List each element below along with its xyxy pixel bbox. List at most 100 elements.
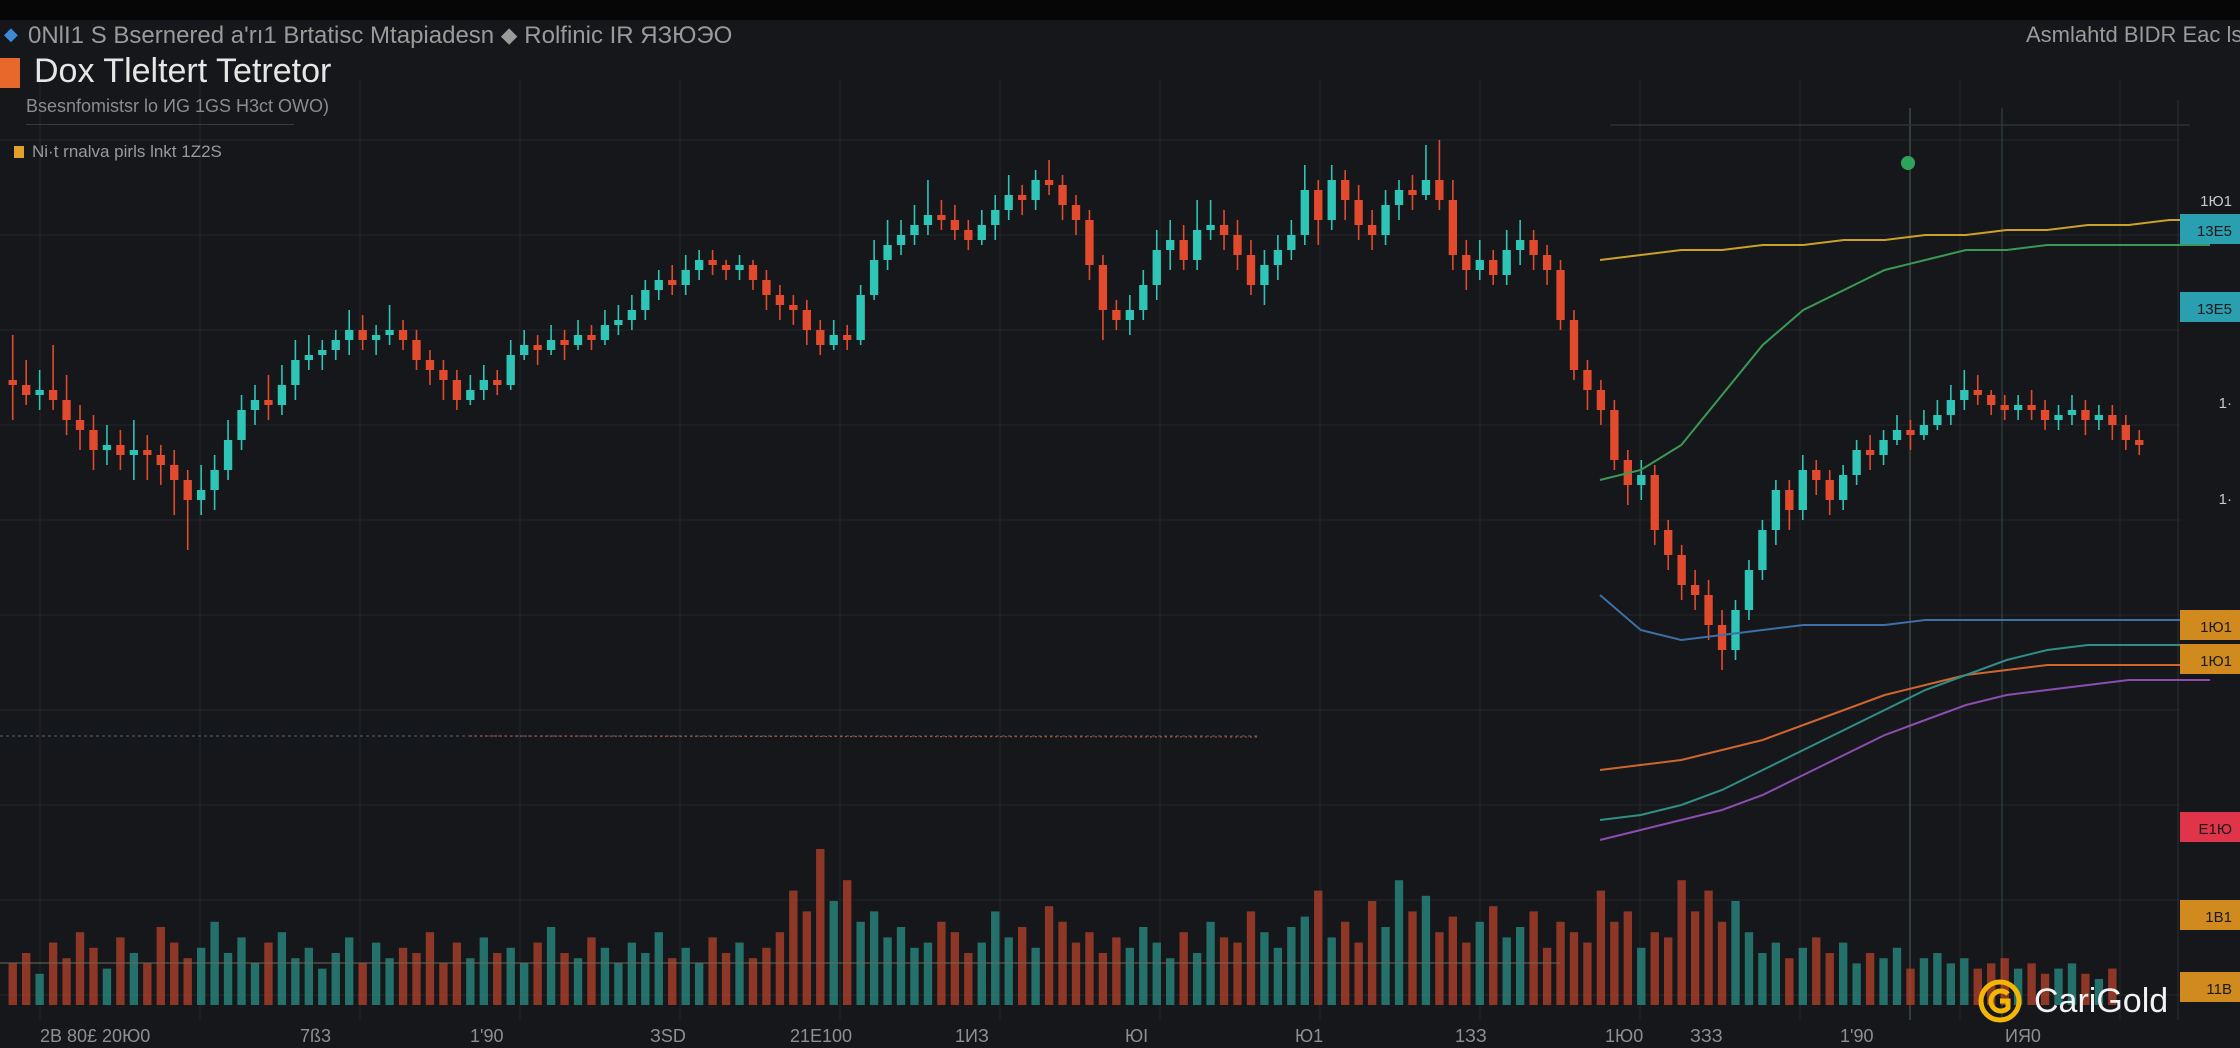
candle <box>950 220 960 230</box>
candle <box>1287 235 1296 250</box>
candle <box>910 225 919 235</box>
volume-bar <box>1314 890 1323 1005</box>
volume-bar <box>762 947 771 1005</box>
candlestick-chart[interactable]: 1Ю1 13E5 13E5 1· 1· 1Ю1 1Ю1 E1Ю 1B1 11B 2B 80£ 20Ю… <box>0 20 2240 1048</box>
volume-bar <box>75 932 85 1005</box>
volume-bar <box>587 937 596 1005</box>
candle <box>1139 285 1148 310</box>
volume-bar <box>35 973 44 1005</box>
candle <box>748 265 758 280</box>
volume-bar <box>950 932 960 1005</box>
volume-bar <box>1731 901 1740 1005</box>
volume-bar <box>1354 942 1363 1005</box>
candle <box>1421 180 1431 195</box>
chart-title: Dox Tleltert Tetretor <box>34 52 332 90</box>
volume-bar <box>170 942 179 1005</box>
price-axis-label: 13E5 <box>2197 301 2232 318</box>
volume-bar <box>1879 958 1888 1005</box>
candle <box>2108 415 2117 425</box>
volume-bar <box>1112 937 1121 1005</box>
candle <box>1973 390 1982 395</box>
volume-bar <box>1448 916 1458 1005</box>
volume-bar <box>452 942 462 1005</box>
price-axis-label: 1· <box>2219 395 2232 412</box>
volume-bar <box>1825 953 1834 1005</box>
price-axis-label: 1B1 <box>2205 909 2232 926</box>
volume-bar <box>48 942 58 1005</box>
candle <box>1583 370 1592 390</box>
candle <box>1448 200 1458 255</box>
candle <box>1838 475 1848 500</box>
price-axis-label: 11B <box>2206 981 2232 998</box>
candle <box>708 260 717 265</box>
candle <box>1112 310 1121 320</box>
volume-bar <box>1798 947 1807 1005</box>
candle <box>1785 490 1794 510</box>
instrument-line[interactable]: 0NlI1 S Bsernered a'rı1 Brtatisc Mtapiad… <box>28 22 732 50</box>
volume-bar <box>1744 932 1754 1005</box>
candle <box>62 400 71 420</box>
price-axis-label: 13E5 <box>2197 223 2232 240</box>
candle <box>775 295 785 305</box>
candle <box>439 370 448 380</box>
candle <box>843 335 852 340</box>
candle <box>2013 405 2023 410</box>
candle <box>183 480 192 500</box>
candle <box>802 310 811 330</box>
volume-bar <box>1219 937 1229 1005</box>
candle <box>614 320 623 325</box>
volume-bar <box>883 937 892 1005</box>
x-tick-label: 21E100 <box>790 1026 852 1046</box>
volume-bar <box>223 953 233 1005</box>
candle <box>856 295 865 340</box>
candle <box>789 305 798 310</box>
candle <box>627 310 637 320</box>
volume-bar <box>735 942 744 1005</box>
chart-subtitle: Bsesnfomistsr lo ИG 1GS H3ct OWO) <box>26 96 329 116</box>
volume-bar <box>533 942 542 1005</box>
candle <box>2040 410 2050 420</box>
price-axis-label: 1Ю1 <box>2200 653 2232 670</box>
divider <box>26 124 294 125</box>
volume-bar <box>277 932 287 1005</box>
volume-bar <box>1771 942 1781 1005</box>
candle <box>1058 185 1067 205</box>
volume-bar <box>371 942 381 1005</box>
volume-bar <box>1502 937 1511 1005</box>
candle <box>1179 240 1188 260</box>
symbol-icon <box>0 58 20 88</box>
volume-bar <box>789 890 798 1005</box>
candle <box>1394 190 1404 205</box>
x-tick-label: ЗSD <box>650 1026 686 1046</box>
candle <box>1852 450 1861 475</box>
volume-bar <box>1098 953 1108 1005</box>
volume-bar <box>748 958 758 1005</box>
price-axis-label: 1Ю1 <box>2200 619 2232 636</box>
candle <box>2027 405 2036 410</box>
candle <box>8 380 17 385</box>
volume-bar <box>412 953 421 1005</box>
price-axis-label: E1Ю <box>2198 821 2232 838</box>
candle <box>1731 610 1740 650</box>
volume-bar <box>1085 932 1094 1005</box>
volume-bar <box>775 932 785 1005</box>
volume-bar <box>8 963 17 1005</box>
volume-bar <box>1489 906 1498 1005</box>
volume-bar <box>1515 927 1525 1005</box>
candle <box>668 280 677 285</box>
volume-bar <box>358 963 367 1005</box>
candle <box>1098 265 1108 310</box>
volume-bar <box>143 963 152 1005</box>
candle <box>1758 530 1767 570</box>
candle <box>1529 240 1538 255</box>
candle <box>869 260 879 295</box>
candle <box>264 400 273 405</box>
x-tick-label: 1Ю0 <box>1605 1026 1643 1046</box>
volume-bar <box>1812 937 1821 1005</box>
volume-bar <box>1367 901 1377 1005</box>
candle <box>1044 180 1054 185</box>
volume-bar <box>546 927 556 1005</box>
volume-bar <box>129 953 139 1005</box>
candle <box>1166 240 1175 250</box>
candle <box>1569 320 1579 370</box>
